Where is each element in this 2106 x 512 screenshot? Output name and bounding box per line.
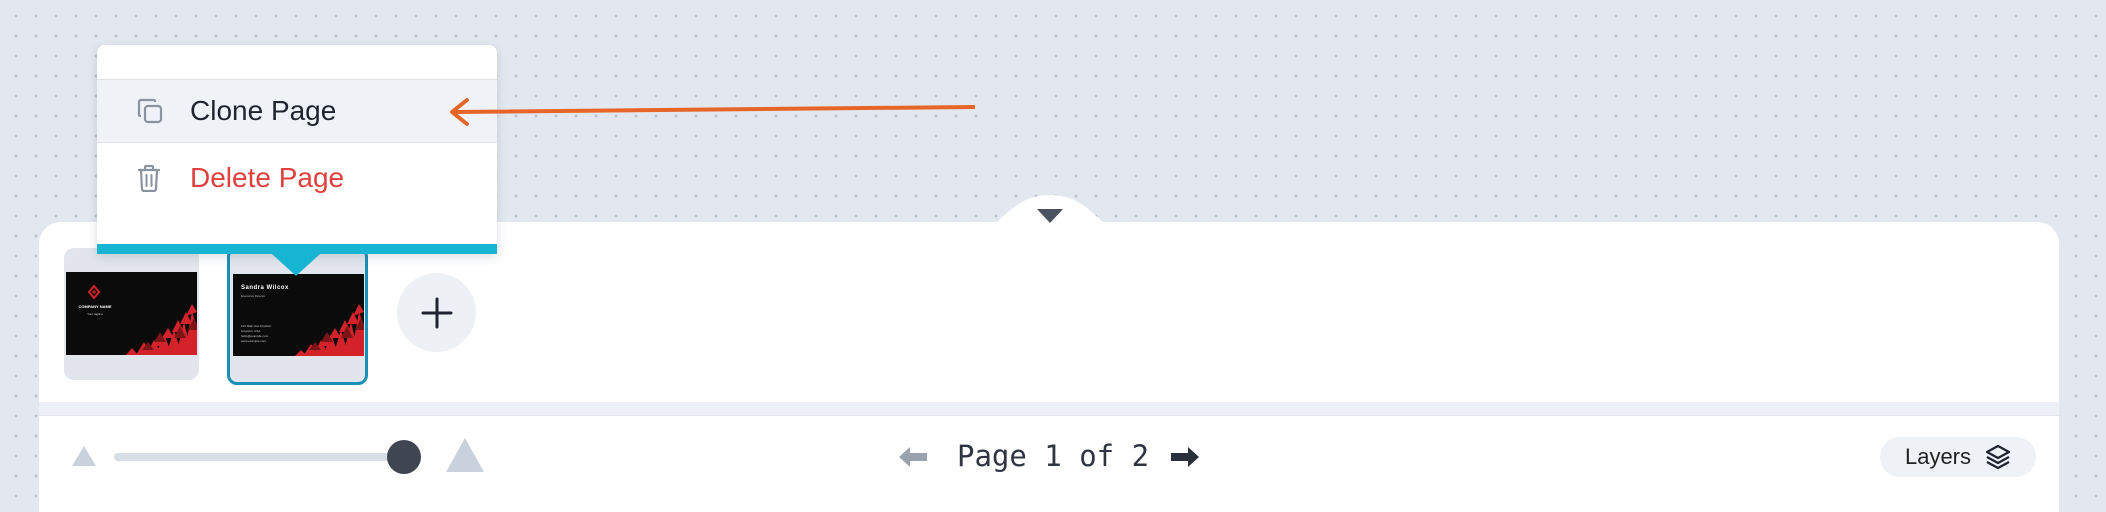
zoom-out-icon[interactable] xyxy=(71,445,97,467)
zoom-slider-track[interactable] xyxy=(114,453,419,461)
menu-pointer xyxy=(272,254,320,276)
collapse-panel-button[interactable] xyxy=(1035,207,1065,225)
page-thumbnail-1[interactable]: COMPANY NAME Your tagline xyxy=(64,248,199,380)
business-card-front: COMPANY NAME Your tagline xyxy=(66,272,197,355)
card-person-name: Sandra Wilcox xyxy=(241,285,289,291)
layers-button[interactable]: Layers xyxy=(1880,437,2036,477)
plus-icon xyxy=(421,297,452,328)
clone-page-menu-item[interactable]: Clone Page xyxy=(97,79,497,143)
clone-page-label: Clone Page xyxy=(190,95,337,126)
layers-icon xyxy=(1985,444,2011,470)
arrow-right-icon[interactable] xyxy=(1170,446,1200,468)
panel-divider xyxy=(39,402,2059,415)
page-context-menu: Clone Page Delete Page xyxy=(97,45,497,276)
zoom-slider-handle[interactable] xyxy=(386,440,421,474)
card-job-title: Executive Director xyxy=(241,294,266,298)
business-card-back: Sandra Wilcox Executive Director 123 Mai… xyxy=(233,274,364,356)
delete-page-menu-item[interactable]: Delete Page xyxy=(97,143,497,213)
arrow-left-icon[interactable] xyxy=(898,446,928,468)
menu-accent-bar xyxy=(97,244,497,254)
trash-icon xyxy=(137,164,161,192)
chevron-down-icon xyxy=(1037,209,1063,223)
card-contact-lines: 123 Main Ave Anytown Anytown, USA hello@… xyxy=(241,324,271,344)
zoom-in-icon[interactable] xyxy=(445,437,485,473)
annotation-arrow xyxy=(450,98,975,126)
delete-page-label: Delete Page xyxy=(190,162,345,193)
card-company-name: COMPANY NAME xyxy=(78,304,112,309)
add-page-button[interactable] xyxy=(397,273,476,352)
card-tagline: Your tagline xyxy=(87,312,103,316)
page-indicator: Page 1 of 2 xyxy=(957,439,1150,473)
layers-label: Layers xyxy=(1904,444,1972,469)
panel-divider-line xyxy=(39,415,2059,416)
card-contact-line: www.example.com xyxy=(241,339,267,343)
copy-icon xyxy=(137,98,163,124)
